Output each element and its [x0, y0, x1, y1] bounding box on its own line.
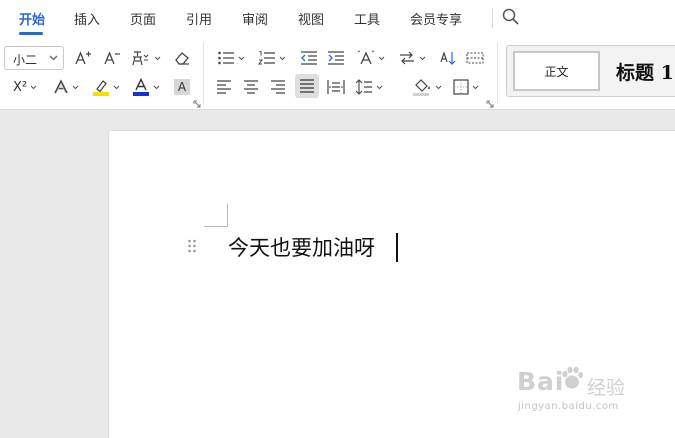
chevron-down-icon: [435, 85, 442, 89]
search-icon[interactable]: [501, 7, 521, 27]
font-size-value: 小二: [13, 53, 38, 67]
superscript-button[interactable]: X²: [13, 76, 37, 98]
swap-arrows-icon: [400, 51, 414, 65]
font-size-select[interactable]: 小二: [4, 46, 64, 70]
ribbon-tab-bar: 开始 插入 页面 引用 审阅 视图 工具 会员专享: [0, 0, 675, 36]
line-spacing-button[interactable]: [355, 76, 383, 98]
chevron-down-icon: [378, 56, 385, 60]
chevron-down-icon: [30, 85, 37, 89]
highlighter-icon: [93, 80, 109, 96]
paint-bucket-icon: [413, 79, 430, 96]
character-shading-icon: A: [174, 79, 190, 95]
phonetic-icon: [132, 51, 149, 66]
numbered-list-icon: [258, 51, 275, 65]
watermark-suffix: 经验: [587, 377, 626, 399]
superscript-label: X²: [13, 79, 28, 95]
border-icon: [453, 79, 469, 95]
bullet-list-button[interactable]: [217, 47, 245, 69]
watermark-brand: Bai: [517, 367, 565, 396]
decrease-indent-button[interactable]: [300, 47, 318, 69]
line-spacing-icon: [355, 79, 372, 95]
tab-separator: [492, 8, 493, 28]
document-paragraph[interactable]: 今天也要加油呀: [228, 232, 375, 262]
tab-insert[interactable]: 插入: [74, 9, 100, 28]
align-center-button[interactable]: [243, 76, 259, 98]
watermark-url: jingyan.baidu.com: [518, 401, 619, 412]
text-flow-button[interactable]: [398, 47, 426, 69]
font-grow-icon: [75, 51, 91, 65]
ribbon-toolbar: 小二 X² A 正文 标题 1: [0, 36, 675, 110]
group-divider: [497, 42, 498, 104]
clear-formatting-button[interactable]: [173, 47, 191, 69]
paragraph-shading-button[interactable]: [412, 76, 442, 98]
tab-member[interactable]: 会员专享: [410, 9, 462, 28]
page-margin-corner-mark: [204, 204, 228, 227]
tab-review[interactable]: 审阅: [242, 9, 268, 28]
chevron-down-icon: [153, 85, 160, 89]
align-right-button[interactable]: [270, 76, 286, 98]
sort-button[interactable]: [439, 47, 457, 69]
borders-button[interactable]: [453, 76, 479, 98]
font-color-icon: [133, 78, 149, 96]
text-effect-button[interactable]: [53, 76, 79, 98]
distribute-icon: [327, 80, 345, 94]
character-scaling-button[interactable]: [357, 47, 385, 69]
paw-logo-icon: [562, 366, 583, 389]
align-right-icon: [271, 80, 285, 94]
group-divider: [203, 42, 204, 104]
align-justify-icon: [300, 79, 314, 93]
paragraph-drag-handle-icon[interactable]: [187, 239, 197, 253]
character-shading-button[interactable]: A: [174, 76, 190, 98]
show-hide-marks-button[interactable]: [466, 47, 484, 69]
increase-font-size-button[interactable]: [74, 47, 92, 69]
chevron-down-icon: [154, 56, 161, 60]
active-tab-indicator: [19, 32, 43, 35]
chevron-down-icon: [49, 55, 58, 61]
align-left-button[interactable]: [216, 76, 232, 98]
chevron-down-icon: [279, 56, 286, 60]
chevron-down-icon: [419, 56, 426, 60]
tab-tools[interactable]: 工具: [354, 9, 380, 28]
paragraph-dialog-launcher-icon[interactable]: [486, 100, 494, 108]
style-normal[interactable]: 正文: [513, 51, 600, 91]
text-cursor: [396, 233, 398, 262]
text-effect-icon: [54, 79, 68, 94]
outdent-icon: [301, 51, 317, 65]
chevron-down-icon: [472, 85, 479, 89]
text-direction-icon: [357, 50, 375, 65]
align-center-icon: [244, 80, 258, 94]
eraser-icon: [175, 52, 189, 65]
align-left-icon: [217, 80, 231, 94]
style-heading-1[interactable]: 标题 1: [616, 58, 674, 85]
style-gallery: 正文 标题 1: [506, 45, 675, 97]
distributed-align-button[interactable]: [327, 76, 345, 98]
font-color-button[interactable]: [132, 76, 160, 98]
numbered-list-button[interactable]: [258, 47, 286, 69]
font-dialog-launcher-icon[interactable]: [193, 100, 201, 108]
decrease-font-size-button[interactable]: [103, 47, 121, 69]
chevron-down-icon: [376, 85, 383, 89]
chevron-down-icon: [113, 85, 120, 89]
justify-button[interactable]: [295, 74, 319, 98]
highlight-color-button[interactable]: [92, 76, 120, 98]
table-grid-icon: [466, 52, 484, 64]
font-shrink-icon: [104, 51, 120, 65]
increase-indent-button[interactable]: [327, 47, 345, 69]
baidu-jingyan-watermark: Bai 经验 jingyan.baidu.com: [517, 365, 642, 417]
bullet-list-icon: [218, 51, 234, 65]
chevron-down-icon: [238, 56, 245, 60]
phonetic-guide-button[interactable]: [131, 47, 161, 69]
tab-view[interactable]: 视图: [298, 9, 324, 28]
indent-icon: [328, 51, 344, 65]
tab-home[interactable]: 开始: [19, 9, 45, 28]
sort-icon: [440, 51, 456, 65]
tab-references[interactable]: 引用: [186, 9, 212, 28]
chevron-down-icon: [72, 85, 79, 89]
tab-page[interactable]: 页面: [130, 9, 156, 28]
